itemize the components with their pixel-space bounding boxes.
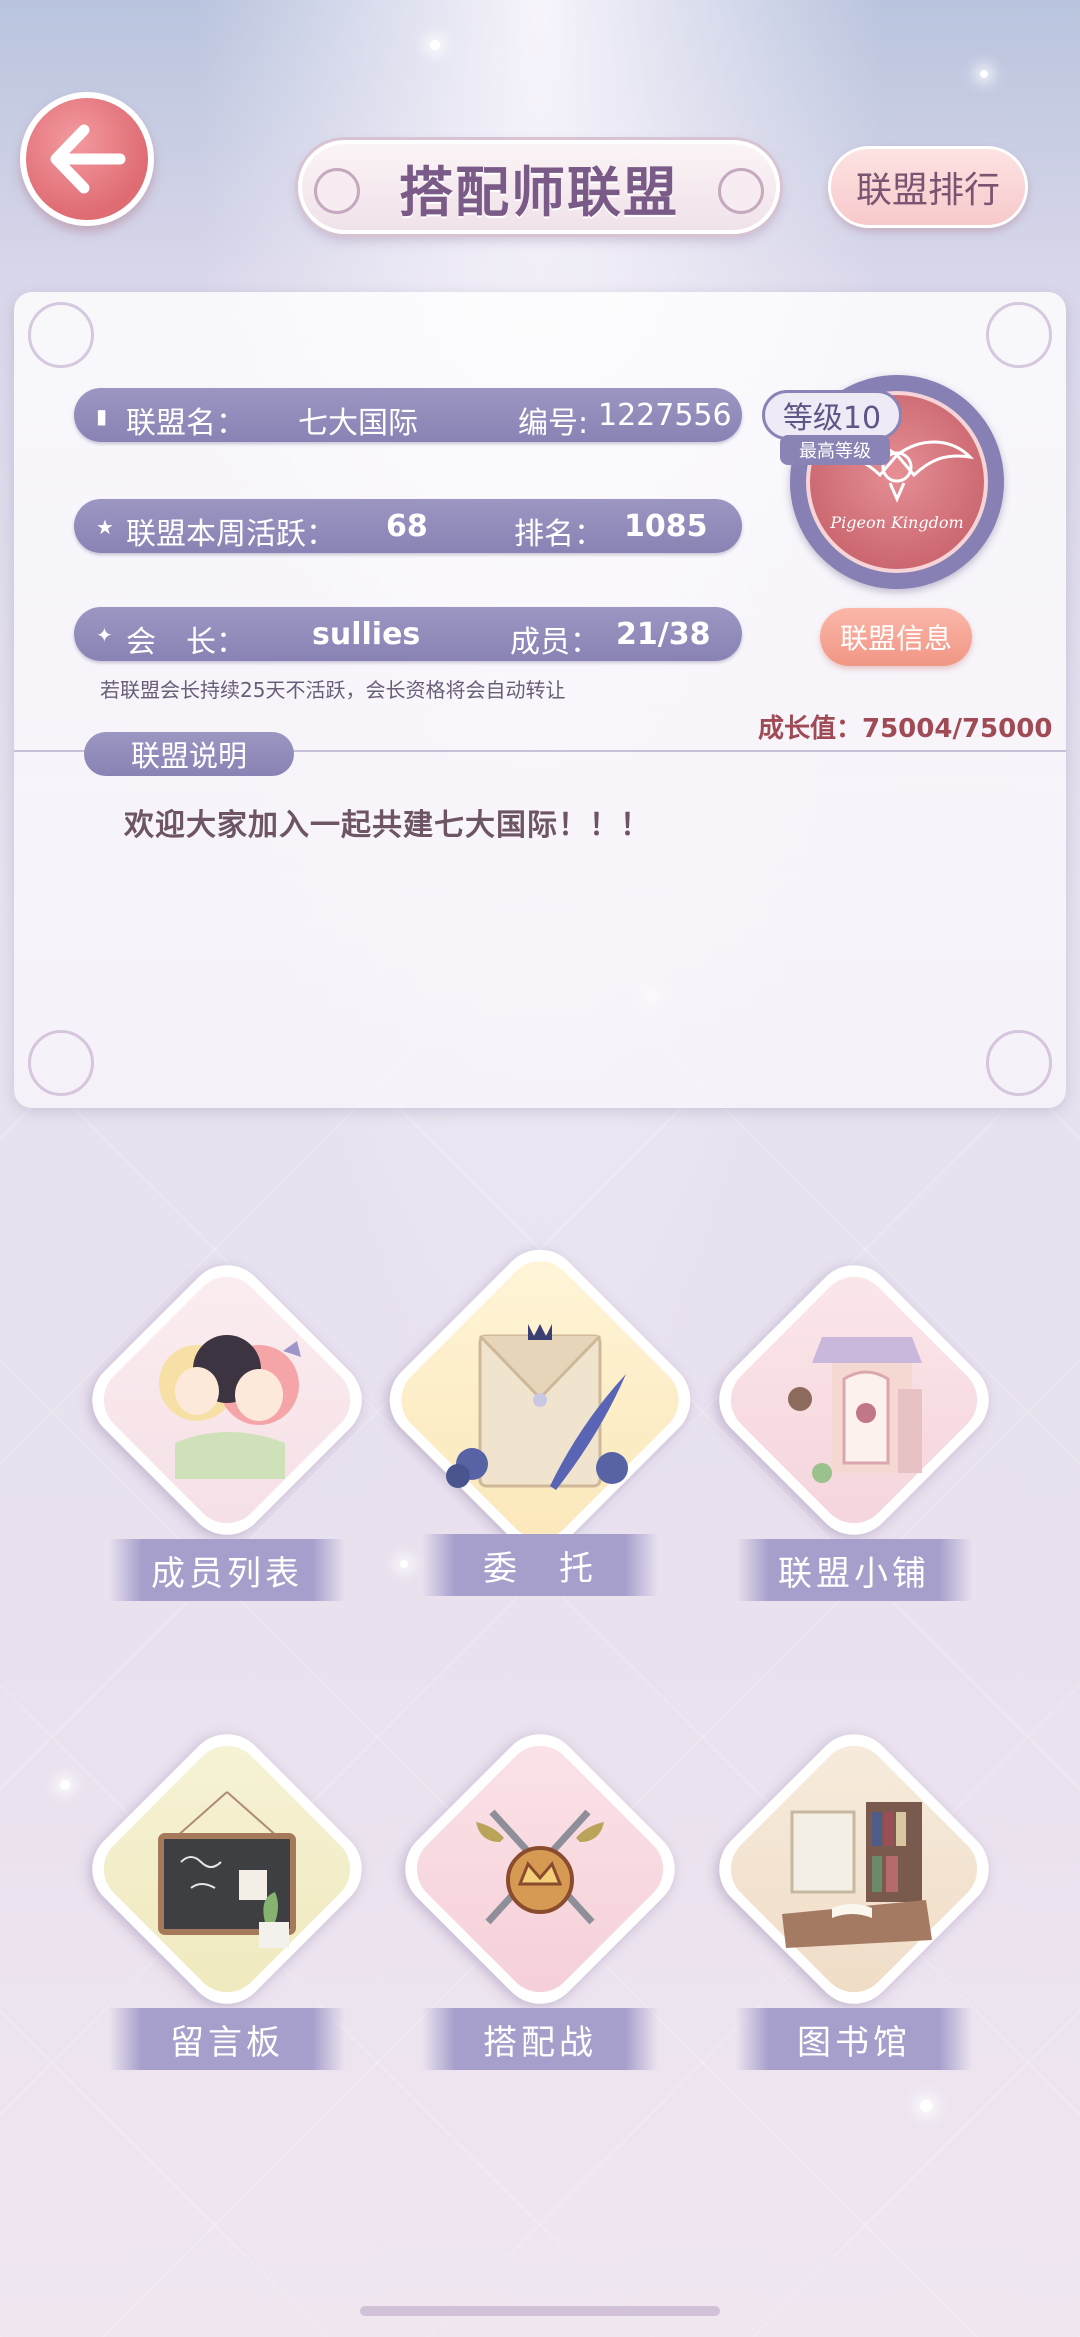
alliance-name-value: 七大国际 [298, 406, 418, 441]
flower-ornament-icon [718, 168, 764, 214]
sparkle-icon: ✦ [96, 623, 113, 647]
flower-ornament-icon [314, 168, 360, 214]
description-tab: 联盟说明 [84, 732, 294, 776]
message-board-label: 留言板 [109, 2008, 345, 2070]
leader-label: 会 长： [126, 625, 246, 660]
alliance-ranking-button[interactable]: 联盟排行 [828, 146, 1028, 228]
emblem-text: Pigeon Kingdom [830, 513, 964, 532]
alliance-shop-label: 联盟小铺 [736, 1539, 972, 1601]
book-icon: ▮ [96, 404, 108, 428]
leader-transfer-notice: 若联盟会长持续25天不活跃，会长资格将会自动转让 [100, 678, 566, 702]
alliance-description: 欢迎大家加入一起共建七大国际！！！ [124, 808, 651, 843]
members-list-label: 成员列表 [109, 1539, 345, 1601]
sparkle [920, 2100, 932, 2112]
alliance-leader-row: ✦ 会 长： sullies 成员： 21/38 [74, 607, 742, 661]
background-pattern [0, 1050, 1080, 2337]
library-icon [782, 1802, 932, 1948]
members-icon [159, 1335, 301, 1479]
alliance-name-label: 联盟名： [126, 406, 246, 441]
shop-icon [788, 1337, 922, 1483]
message-board-entry[interactable]: 留言板 [75, 1717, 379, 2082]
star-icon: ★ [96, 515, 114, 539]
library-entry[interactable]: 图书馆 [702, 1717, 1006, 2082]
rose-ornament-icon [986, 302, 1052, 368]
outfit-battle-entry[interactable]: 搭配战 [388, 1717, 692, 2082]
alliance-info-button[interactable]: 联盟信息 [820, 608, 972, 666]
sparkle [430, 40, 440, 50]
arrow-left-icon [50, 124, 126, 194]
message-board-icon [158, 1791, 296, 1948]
page-title-plate: 搭配师联盟 [298, 140, 780, 234]
commission-icon [446, 1324, 628, 1490]
rose-ornament-icon [986, 1030, 1052, 1096]
growth-value: 成长值：75004/75000 [758, 714, 1053, 744]
activity-label: 联盟本周活跃： [126, 517, 336, 552]
page-title: 搭配师联盟 [399, 160, 679, 224]
back-button[interactable] [20, 92, 154, 226]
members-list-entry[interactable]: 成员列表 [75, 1248, 379, 1623]
library-label: 图书馆 [736, 2008, 972, 2070]
rank-label: 排名： [514, 517, 604, 552]
level-badge: 等级10 [762, 390, 902, 440]
members-value: 21/38 [616, 617, 711, 652]
outfit-battle-label: 搭配战 [422, 2008, 658, 2070]
rose-ornament-icon [28, 1030, 94, 1096]
activity-value: 68 [386, 509, 428, 544]
max-level-badge: 最高等级 [780, 435, 890, 465]
home-indicator [360, 2306, 720, 2316]
alliance-id-value: 1227556 [598, 398, 732, 433]
alliance-activity-row: ★ 联盟本周活跃： 68 排名： 1085 [74, 499, 742, 553]
alliance-id-label: 编号: [518, 406, 589, 441]
sparkle [60, 1780, 70, 1790]
alliance-name-row: ▮ 联盟名： 七大国际 编号: 1227556 [74, 388, 742, 442]
sparkle [980, 70, 988, 78]
members-label: 成员： [510, 625, 600, 660]
commission-label: 委 托 [422, 1534, 658, 1596]
rank-value: 1085 [624, 509, 708, 544]
rose-ornament-icon [28, 302, 94, 368]
leader-value: sullies [312, 617, 421, 652]
alliance-shop-entry[interactable]: 联盟小铺 [702, 1248, 1006, 1623]
commission-entry[interactable]: 委 托 [373, 1233, 707, 1614]
battle-icon [476, 1809, 604, 1925]
